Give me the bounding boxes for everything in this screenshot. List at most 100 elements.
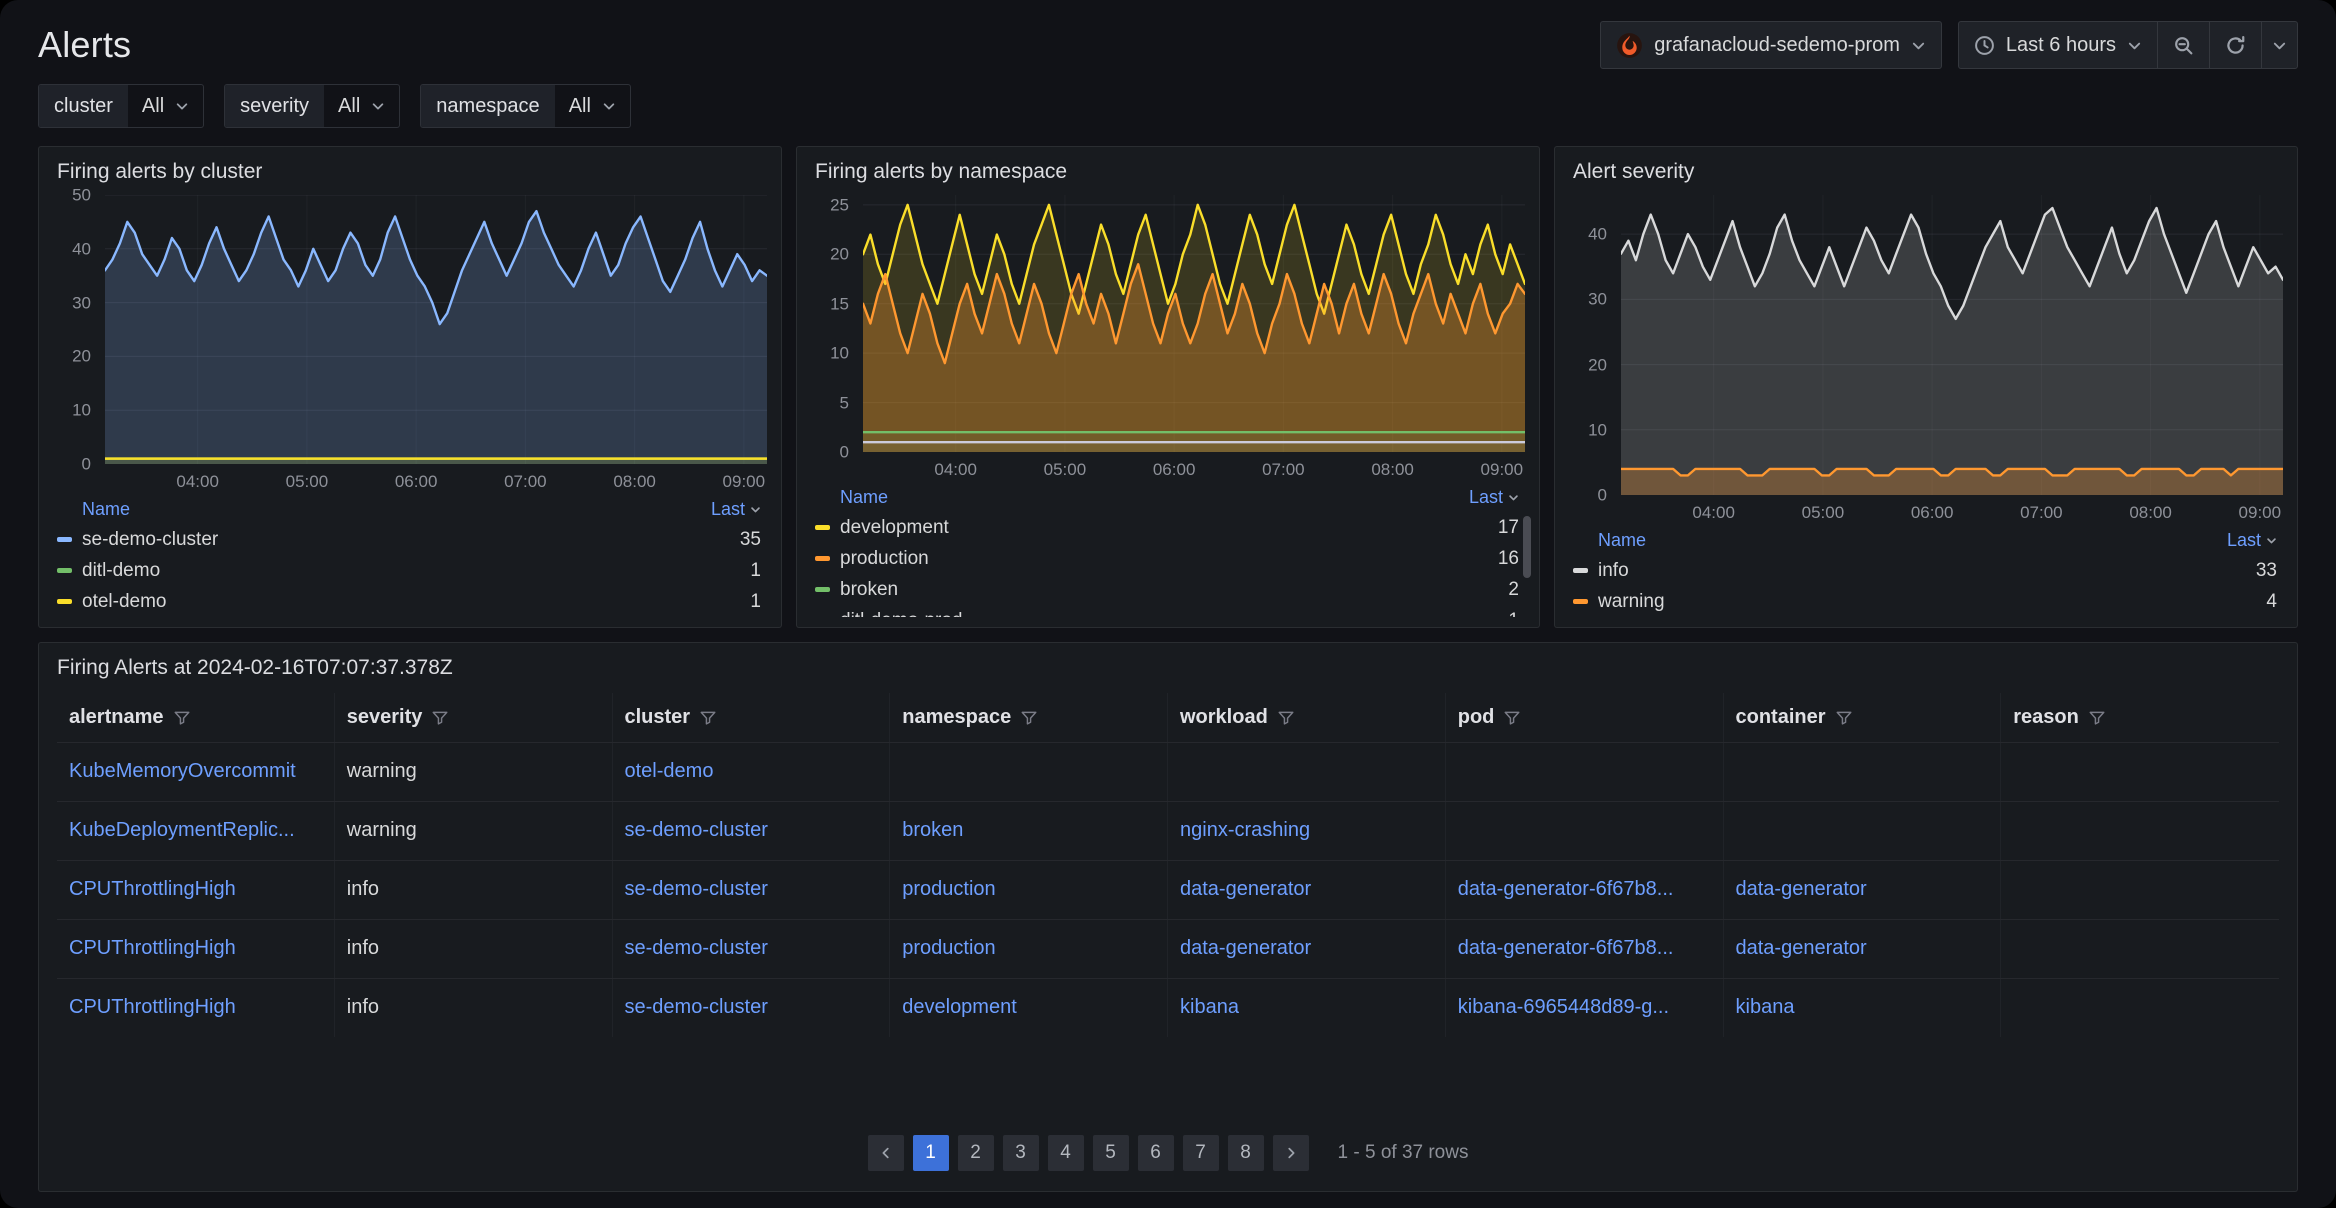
cell-alertname[interactable]: CPUThrottlingHigh (57, 920, 335, 978)
chevron-down-icon (750, 504, 761, 515)
filter-icon[interactable] (1020, 709, 1038, 727)
x-axis-label: 04:00 (934, 461, 977, 478)
filter-cluster[interactable]: clusterAll (38, 84, 204, 128)
legend-sort-name[interactable]: Name (82, 499, 130, 520)
timeseries-plot[interactable] (105, 195, 767, 464)
cell-alertname[interactable]: CPUThrottlingHigh (57, 979, 335, 1037)
filter-icon[interactable] (173, 709, 191, 727)
cell-alertname[interactable]: KubeMemoryOvercommit (57, 743, 335, 801)
legend-item-warning[interactable]: warning4 (1571, 586, 2281, 617)
cell-cluster[interactable]: se-demo-cluster (613, 802, 891, 860)
legend-scrollbar[interactable] (1523, 516, 1531, 578)
cell-workload[interactable]: data-generator (1168, 861, 1446, 919)
y-axis-label: 20 (1588, 356, 1607, 373)
legend-item-production[interactable]: production16 (813, 543, 1523, 574)
cell-container[interactable]: kibana (1724, 979, 2002, 1037)
page-button-4[interactable]: 4 (1048, 1135, 1084, 1171)
filter-icon[interactable] (2088, 709, 2106, 727)
panel-title[interactable]: Firing alerts by cluster (39, 147, 781, 191)
x-axis-label: 05:00 (286, 473, 329, 490)
column-header-pod[interactable]: pod (1446, 693, 1724, 742)
chart-body: 0510152025 04:0005:0006:0007:0008:0009:0… (797, 191, 1539, 627)
datasource-picker[interactable]: grafanacloud-sedemo-prom (1600, 21, 1942, 69)
filter-value-dropdown[interactable]: All (324, 85, 399, 127)
timeseries-plot[interactable] (863, 195, 1525, 452)
x-axis-label: 08:00 (1371, 461, 1414, 478)
page-button-2[interactable]: 2 (958, 1135, 994, 1171)
cell-workload[interactable]: data-generator (1168, 920, 1446, 978)
legend-sort-name[interactable]: Name (1598, 530, 1646, 551)
column-header-alertname[interactable]: alertname (57, 693, 335, 742)
filter-icon[interactable] (1503, 709, 1521, 727)
cell-pod[interactable]: data-generator-6f67b8... (1446, 920, 1724, 978)
column-header-reason[interactable]: reason (2001, 693, 2279, 742)
legend-item-otel-demo[interactable]: otel-demo1 (55, 586, 765, 617)
column-header-container[interactable]: container (1724, 693, 2002, 742)
column-header-label: reason (2013, 706, 2079, 729)
cell-workload[interactable]: kibana (1168, 979, 1446, 1037)
cell-container[interactable]: data-generator (1724, 861, 2002, 919)
legend-item-se-demo-cluster[interactable]: se-demo-cluster35 (55, 524, 765, 555)
timeseries-plot[interactable] (1621, 195, 2283, 495)
table-row: CPUThrottlingHighinfose-demo-clusterdeve… (57, 978, 2279, 1037)
legend-item-ditl-demo-prod[interactable]: ditl-demo-prod1 (813, 605, 1523, 617)
cell-container[interactable]: data-generator (1724, 920, 2002, 978)
page-button-1[interactable]: 1 (913, 1135, 949, 1171)
filter-value-dropdown[interactable]: All (128, 85, 203, 127)
legend-item-ditl-demo[interactable]: ditl-demo1 (55, 555, 765, 586)
legend-item-broken[interactable]: broken2 (813, 574, 1523, 605)
filter-namespace[interactable]: namespaceAll (420, 84, 631, 128)
cell-pod[interactable]: kibana-6965448d89-g... (1446, 979, 1724, 1037)
table-body: KubeMemoryOvercommitwarningotel-demoKube… (57, 742, 2279, 1037)
legend-sort-name[interactable]: Name (840, 487, 888, 508)
column-header-label: container (1736, 706, 1826, 729)
page-button-5[interactable]: 5 (1093, 1135, 1129, 1171)
page-button-7[interactable]: 7 (1183, 1135, 1219, 1171)
cell-alertname[interactable]: KubeDeploymentReplic... (57, 802, 335, 860)
column-header-cluster[interactable]: cluster (613, 693, 891, 742)
cell-namespace[interactable]: development (890, 979, 1168, 1037)
cell-namespace[interactable]: production (890, 861, 1168, 919)
panel-title[interactable]: Firing alerts by namespace (797, 147, 1539, 191)
refresh-button[interactable] (2209, 21, 2262, 69)
filter-value-dropdown[interactable]: All (555, 85, 630, 127)
refresh-interval-dropdown[interactable] (2261, 21, 2298, 69)
column-header-severity[interactable]: severity (335, 693, 613, 742)
cell-workload[interactable]: nginx-crashing (1168, 802, 1446, 860)
page-button-3[interactable]: 3 (1003, 1135, 1039, 1171)
legend-item-development[interactable]: development17 (813, 512, 1523, 543)
panel-title[interactable]: Firing Alerts at 2024-02-16T07:07:37.378… (39, 643, 2297, 687)
cell-namespace[interactable]: production (890, 920, 1168, 978)
page-button-6[interactable]: 6 (1138, 1135, 1174, 1171)
filter-icon[interactable] (1277, 709, 1295, 727)
next-page-button[interactable] (1273, 1135, 1309, 1171)
cell-cluster[interactable]: se-demo-cluster (613, 920, 891, 978)
legend-sort-last[interactable]: Last (2227, 530, 2277, 551)
filter-icon[interactable] (1835, 709, 1853, 727)
page-button-8[interactable]: 8 (1228, 1135, 1264, 1171)
legend-sort-last[interactable]: Last (1469, 487, 1519, 508)
cell-cluster[interactable]: otel-demo (613, 743, 891, 801)
time-range-picker[interactable]: Last 6 hours (1958, 21, 2158, 69)
panel-title[interactable]: Alert severity (1555, 147, 2297, 191)
legend-sort-last[interactable]: Last (711, 499, 761, 520)
y-axis-label: 10 (1588, 421, 1607, 438)
column-header-workload[interactable]: workload (1168, 693, 1446, 742)
filter-severity[interactable]: severityAll (224, 84, 400, 128)
chevron-down-icon (1911, 38, 1926, 53)
cell-cluster[interactable]: se-demo-cluster (613, 979, 891, 1037)
zoom-out-button[interactable] (2157, 21, 2210, 69)
cell-namespace[interactable]: broken (890, 802, 1168, 860)
y-axis-label: 0 (840, 444, 849, 461)
legend-item-info[interactable]: info33 (1571, 555, 2281, 586)
column-header-namespace[interactable]: namespace (890, 693, 1168, 742)
previous-page-button[interactable] (868, 1135, 904, 1171)
cell-alertname[interactable]: CPUThrottlingHigh (57, 861, 335, 919)
filter-icon[interactable] (431, 709, 449, 727)
filter-value-text: All (569, 95, 591, 118)
x-axis-label: 09:00 (2239, 504, 2282, 521)
legend-sort-last-label: Last (1469, 487, 1503, 508)
cell-pod[interactable]: data-generator-6f67b8... (1446, 861, 1724, 919)
cell-cluster[interactable]: se-demo-cluster (613, 861, 891, 919)
filter-icon[interactable] (699, 709, 717, 727)
